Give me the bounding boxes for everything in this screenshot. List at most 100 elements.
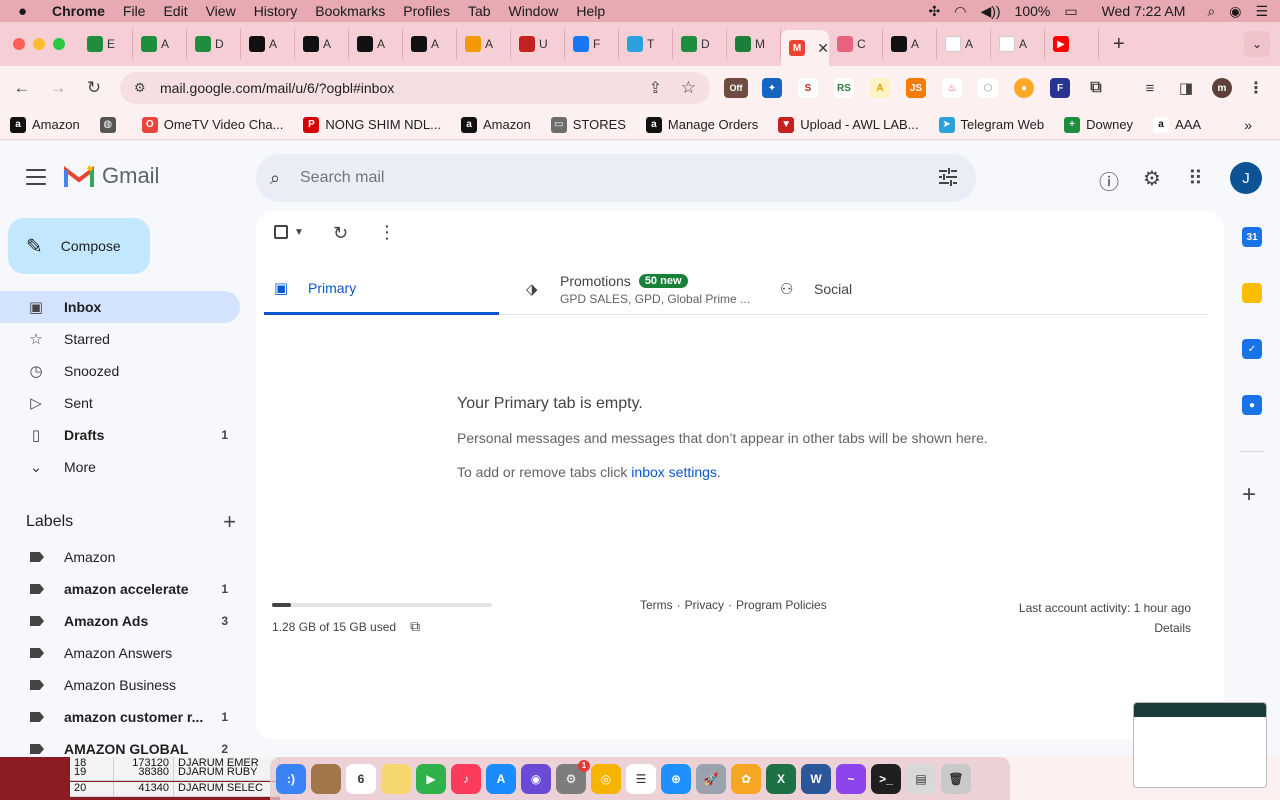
browser-tab[interactable]: A <box>991 29 1045 59</box>
bookmark-item[interactable]: ➤ Telegram Web <box>938 116 1044 133</box>
sidebar-item-more[interactable]: ⌄ More <box>0 451 256 483</box>
browser-tab[interactable]: U <box>511 29 565 59</box>
bookmark-item[interactable]: P NONG SHIM NDL... <box>303 116 441 133</box>
contacts-icon[interactable]: ● <box>1242 395 1262 415</box>
notes-book-icon[interactable] <box>311 763 341 794</box>
search-input[interactable] <box>300 169 900 187</box>
compose-button[interactable]: ✎ Compose <box>8 218 150 274</box>
chrome-menu-icon[interactable]: ⋮ <box>1246 78 1266 98</box>
label-item[interactable]: Amazon Answers <box>0 637 256 669</box>
extension-js-icon[interactable]: JS <box>906 78 926 98</box>
tab-primary[interactable]: ▣ Primary <box>264 263 499 315</box>
bookmark-item[interactable]: a Amazon <box>10 116 80 133</box>
excel-icon[interactable]: X <box>766 763 796 794</box>
notes-icon[interactable] <box>381 763 411 794</box>
select-all-checkbox[interactable]: ▼ <box>274 225 304 239</box>
activity-details-link[interactable]: Details <box>1019 618 1191 638</box>
url-text[interactable]: mail.google.com/mail/u/6/?ogbl#inbox <box>160 80 394 96</box>
word-icon[interactable]: W <box>801 763 831 794</box>
finder-icon[interactable]: :) <box>276 763 306 794</box>
bookmark-item[interactable]: ▼ Upload - AWL LAB... <box>778 116 919 133</box>
appstore-icon[interactable]: A <box>486 763 516 794</box>
inbox-settings-link[interactable]: inbox settings <box>631 464 717 480</box>
bookmark-item[interactable]: + Downey <box>1064 116 1133 133</box>
bookmarks-overflow-icon[interactable]: » <box>1244 117 1252 133</box>
menubar-clock[interactable]: Wed 7:22 AM <box>1102 3 1186 19</box>
tab-gmail-active[interactable]: M ✕ <box>781 30 829 66</box>
select-dropdown-icon[interactable]: ▼ <box>294 227 304 238</box>
bookmark-item[interactable]: ◍ <box>99 116 122 133</box>
search-icon[interactable]: ⌕ <box>270 168 292 189</box>
close-window-button[interactable] <box>13 38 25 50</box>
browser-tab[interactable]: E <box>79 29 133 59</box>
sidebar-item-sent[interactable]: ▷ Sent <box>0 387 256 419</box>
reload-button[interactable]: ↻ <box>76 78 112 98</box>
extension-circle-icon[interactable]: ✦ <box>762 78 782 98</box>
music-icon[interactable]: ♪ <box>451 763 481 794</box>
trash-icon[interactable]: 🗑 <box>941 763 971 794</box>
extensions-puzzle-icon[interactable]: ⧉ <box>1086 78 1106 98</box>
wifi-icon[interactable]: ◠ <box>954 3 966 20</box>
get-addons-plus-icon[interactable]: + <box>1242 481 1256 509</box>
zoom-window-button[interactable] <box>53 38 65 50</box>
siri-menubar-icon[interactable]: ◉ <box>1229 3 1241 20</box>
browser-tab[interactable]: A <box>349 29 403 59</box>
tab-social[interactable]: ⚇ Social <box>778 263 1018 315</box>
browser-tab[interactable]: D <box>673 29 727 59</box>
sidebar-item-starred[interactable]: ☆ Starred <box>0 323 256 355</box>
settings-gear-icon[interactable]: ⚙ <box>1143 166 1161 191</box>
sidebar-item-inbox[interactable]: ▣ Inbox <box>0 291 240 323</box>
main-menu-icon[interactable] <box>26 169 46 185</box>
browser-tab[interactable]: T <box>619 29 673 59</box>
menu-help[interactable]: Help <box>576 3 605 19</box>
create-label-plus-icon[interactable]: + <box>223 509 236 535</box>
launchpad-icon[interactable]: 🚀 <box>696 763 726 794</box>
forward-button[interactable]: → <box>40 78 76 98</box>
messenger-icon[interactable]: ~ <box>836 763 866 794</box>
browser-tab[interactable]: A <box>937 29 991 59</box>
bluetooth-icon[interactable]: ✣ <box>928 3 940 20</box>
menu-file[interactable]: File <box>123 3 146 19</box>
terminal-icon[interactable]: >_ <box>871 763 901 794</box>
bookmark-item[interactable]: a Manage Orders <box>645 116 758 133</box>
terms-link[interactable]: Terms <box>640 598 673 612</box>
siri-icon[interactable]: ◉ <box>521 763 551 794</box>
facetime-icon[interactable]: ▶ <box>416 763 446 794</box>
label-item[interactable]: AMAZON GLOBAL 2 <box>0 733 256 757</box>
menu-edit[interactable]: Edit <box>163 3 187 19</box>
browser-tab[interactable]: A <box>295 29 349 59</box>
label-item[interactable]: Amazon <box>0 541 256 573</box>
label-item[interactable]: amazon accelerate 1 <box>0 573 256 605</box>
system-settings-icon[interactable]: ⚙ 1 <box>556 759 590 794</box>
program-policies-link[interactable]: Program Policies <box>736 598 827 612</box>
browser-tab[interactable]: D <box>187 29 241 59</box>
browser-tab[interactable]: F <box>565 29 619 59</box>
menu-chrome[interactable]: Chrome <box>52 3 105 19</box>
control-center-icon[interactable]: ☰ <box>1255 3 1268 20</box>
address-bar[interactable]: ⚙ mail.google.com/mail/u/6/?ogbl#inbox ⇪… <box>120 72 710 104</box>
menu-bookmarks[interactable]: Bookmarks <box>315 3 385 19</box>
archive-icon[interactable]: ▤ <box>906 763 936 794</box>
safari-icon[interactable]: ⊕ <box>661 763 691 794</box>
open-external-icon[interactable]: ⧉ <box>410 618 420 635</box>
browser-tab[interactable]: A <box>883 29 937 59</box>
menu-tab[interactable]: Tab <box>468 3 491 19</box>
browser-tab[interactable]: C <box>829 29 883 59</box>
extension-cube-icon[interactable]: ⬡ <box>978 78 998 98</box>
help-icon[interactable]: ⓘ <box>1099 166 1119 195</box>
account-avatar[interactable]: J <box>1230 162 1262 194</box>
chrome-icon[interactable]: ◎ <box>591 763 621 794</box>
photos-icon[interactable]: ✿ <box>731 763 761 794</box>
spotlight-search-icon[interactable]: ⌕ <box>1207 3 1215 20</box>
menu-view[interactable]: View <box>206 3 236 19</box>
extension-seller-icon[interactable]: S <box>798 78 818 98</box>
share-icon[interactable]: ⇪ <box>649 78 662 98</box>
chrome-profile-avatar[interactable]: m <box>1212 78 1232 98</box>
tab-promotions[interactable]: ⬗ Promotions 50 new GPD SALES, GPD, Glob… <box>526 263 766 315</box>
bookmark-item[interactable]: O OmeTV Video Cha... <box>141 116 283 133</box>
label-item[interactable]: Amazon Ads 3 <box>0 605 256 637</box>
search-bar[interactable]: ⌕ <box>256 154 976 202</box>
close-tab-icon[interactable]: ✕ <box>817 40 829 57</box>
label-item[interactable]: Amazon Business <box>0 669 256 701</box>
extension-orange-icon[interactable]: ● <box>1014 78 1034 98</box>
